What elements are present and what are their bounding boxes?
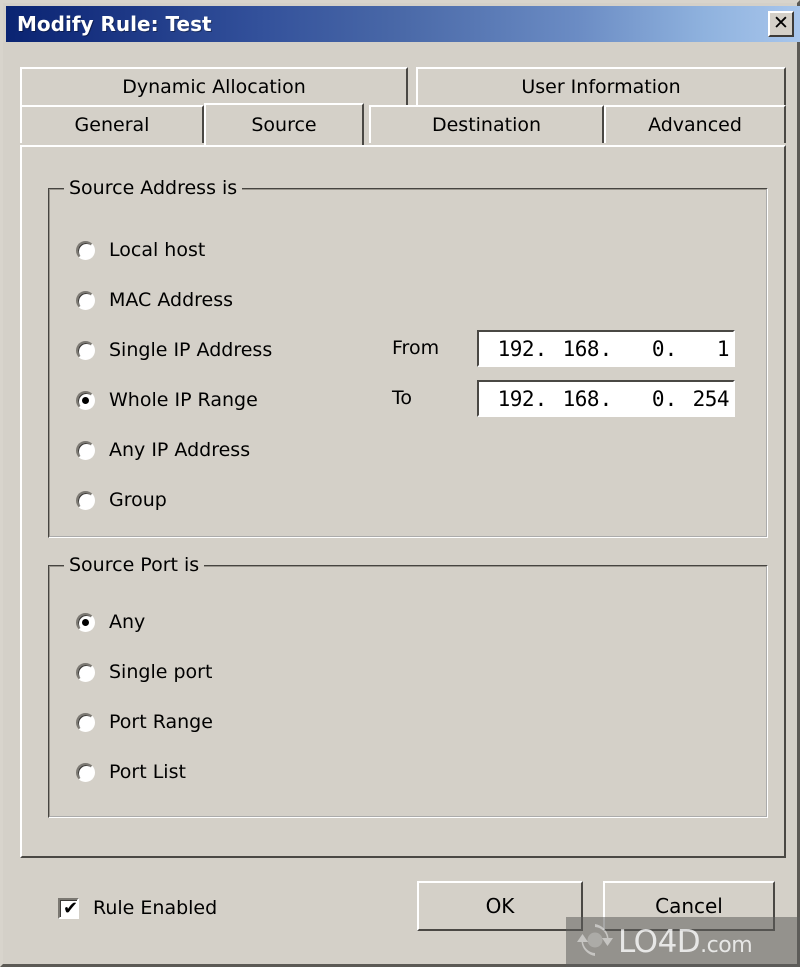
radio-port-any[interactable]: Any (76, 609, 145, 635)
radio-whole-ip-range[interactable]: Whole IP Range (76, 387, 258, 413)
radio-port-range[interactable]: Port Range (76, 709, 213, 735)
radio-label: Single port (109, 661, 213, 683)
radio-label: Any IP Address (109, 439, 251, 461)
radio-icon (76, 390, 95, 410)
radio-label: Local host (109, 239, 206, 261)
radio-mac-address[interactable]: MAC Address (76, 287, 233, 313)
tab-source[interactable]: Source (204, 103, 364, 145)
radio-port-list[interactable]: Port List (76, 759, 186, 785)
tab-panel-source: Source Address is Local host MAC Address… (20, 145, 786, 858)
modify-rule-dialog: Modify Rule: Test ✕ Dynamic Allocation U… (0, 0, 800, 967)
radio-single-ip-address[interactable]: Single IP Address (76, 337, 272, 363)
radio-icon (76, 662, 95, 682)
radio-label: Group (109, 489, 167, 511)
tab-row-top: Dynamic Allocation User Information (20, 67, 786, 105)
source-address-group: Source Address is Local host MAC Address… (48, 177, 768, 538)
tab-row-bottom: General Source Destination Advanced (20, 103, 786, 145)
from-label: From (392, 337, 440, 359)
tab-general[interactable]: General (20, 105, 204, 143)
radio-label: Port List (109, 761, 186, 783)
to-octet-4[interactable]: 254 (678, 387, 730, 411)
radio-icon (76, 712, 95, 732)
radio-icon (76, 440, 95, 460)
ip-separator: . (599, 386, 613, 411)
ip-separator: . (664, 336, 678, 361)
ok-button[interactable]: OK (417, 881, 583, 931)
radio-label: Any (109, 611, 146, 633)
radio-single-port[interactable]: Single port (76, 659, 212, 685)
tab-advanced[interactable]: Advanced (604, 105, 786, 143)
tab-label: Source (251, 114, 317, 136)
tab-label: Advanced (648, 114, 742, 136)
radio-icon (76, 340, 95, 360)
from-octet-2[interactable]: 168 (548, 337, 600, 361)
rule-enabled-label: Rule Enabled (93, 897, 218, 919)
source-port-group: Source Port is Any Single port Port Rang… (48, 554, 768, 818)
ip-separator: . (534, 336, 548, 361)
from-octet-3[interactable]: 0 (613, 337, 665, 361)
tab-destination[interactable]: Destination (369, 105, 604, 143)
tab-label: Destination (431, 114, 542, 136)
close-button[interactable]: ✕ (768, 11, 794, 37)
to-octet-2[interactable]: 168 (548, 387, 600, 411)
from-ip-input[interactable]: 192 . 168 . 0 . 1 (477, 330, 735, 367)
to-ip-input[interactable]: 192 . 168 . 0 . 254 (477, 380, 735, 417)
ok-button-label: OK (485, 894, 515, 918)
to-octet-3[interactable]: 0 (613, 387, 665, 411)
tab-label: User Information (521, 76, 681, 98)
tab-label: General (74, 114, 150, 136)
cancel-button-label: Cancel (655, 894, 723, 918)
radio-icon (76, 240, 95, 260)
radio-label: Single IP Address (109, 339, 273, 361)
close-icon: ✕ (773, 11, 789, 34)
radio-label: Whole IP Range (109, 389, 258, 411)
to-label: To (392, 387, 413, 409)
radio-any-ip-address[interactable]: Any IP Address (76, 437, 250, 463)
check-icon: ✔ (63, 897, 79, 919)
radio-label: MAC Address (109, 289, 234, 311)
ip-separator: . (664, 386, 678, 411)
radio-label: Port Range (109, 711, 213, 733)
rule-enabled-checkbox[interactable]: ✔ Rule Enabled (58, 897, 217, 919)
tab-dynamic-allocation[interactable]: Dynamic Allocation (20, 67, 408, 105)
radio-icon (76, 762, 95, 782)
source-address-legend: Source Address is (64, 177, 243, 199)
tab-user-information[interactable]: User Information (416, 67, 786, 105)
ip-separator: . (534, 386, 548, 411)
radio-local-host[interactable]: Local host (76, 237, 205, 263)
to-octet-1[interactable]: 192 (483, 387, 535, 411)
radio-icon (76, 490, 95, 510)
window-title: Modify Rule: Test (17, 12, 212, 36)
tab-strip: Dynamic Allocation User Information Gene… (20, 67, 786, 147)
radio-icon (76, 290, 95, 310)
radio-group[interactable]: Group (76, 487, 167, 513)
from-octet-1[interactable]: 192 (483, 337, 535, 361)
title-bar[interactable]: Modify Rule: Test ✕ (6, 6, 800, 42)
checkbox-icon: ✔ (58, 897, 79, 919)
cancel-button[interactable]: Cancel (603, 881, 775, 931)
tab-label: Dynamic Allocation (122, 76, 306, 98)
radio-icon (76, 612, 95, 632)
from-octet-4[interactable]: 1 (678, 337, 730, 361)
ip-separator: . (599, 336, 613, 361)
source-port-legend: Source Port is (64, 554, 205, 576)
